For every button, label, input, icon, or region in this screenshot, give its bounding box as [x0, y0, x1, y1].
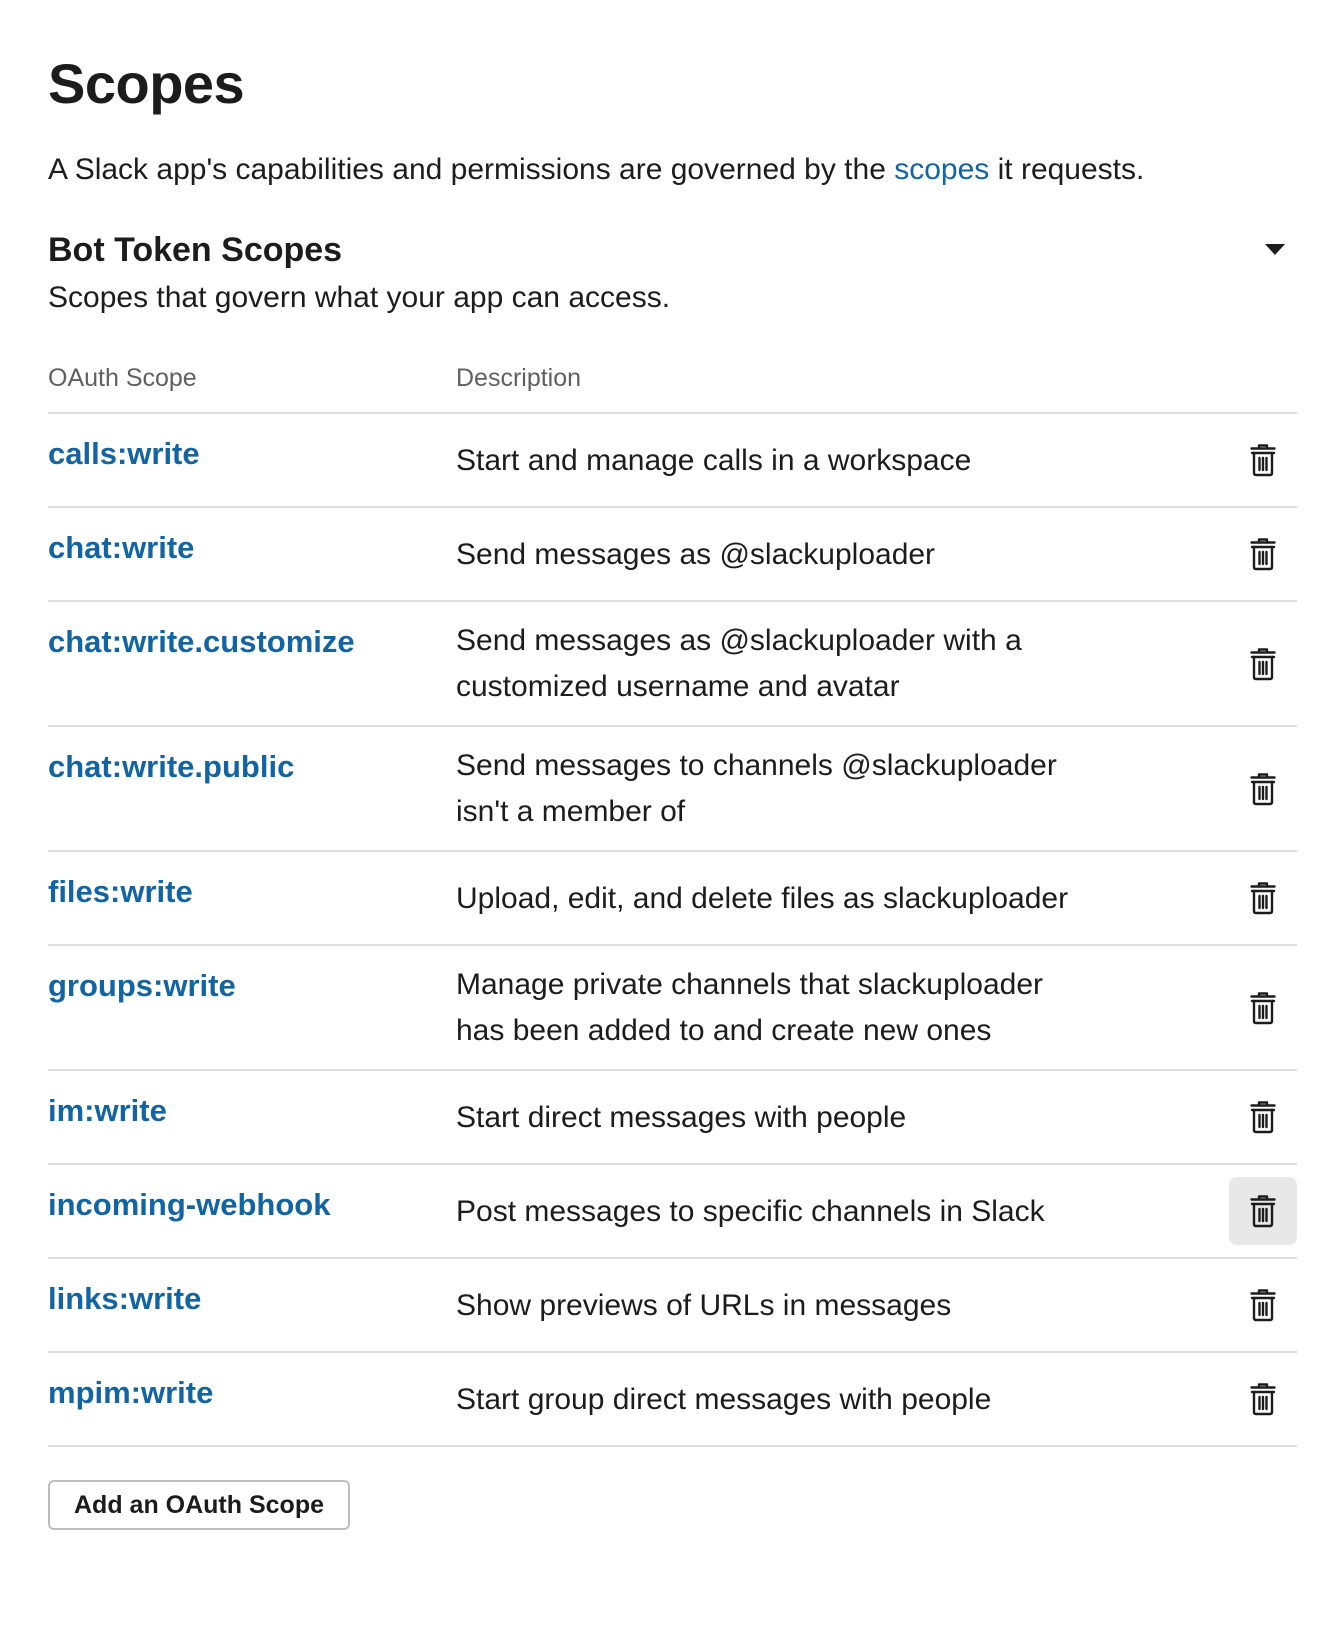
scope-name[interactable]: groups:write [48, 966, 236, 1006]
scope-description: Start group direct messages with people [456, 1383, 992, 1416]
table-row: chat:write Send messages as @slackuploade… [48, 508, 1297, 602]
section-subtitle: Scopes that govern what your app can acc… [48, 281, 671, 314]
scope-name[interactable]: mpim:write [48, 1373, 213, 1413]
scopes-link[interactable]: scopes [894, 153, 989, 186]
remove-scope-button[interactable] [1229, 755, 1297, 823]
column-header-oauth-scope: OAuth Scope [48, 364, 197, 392]
trash-icon [1250, 537, 1276, 571]
scope-description: Show previews of URLs in messages [456, 1289, 952, 1322]
caret-down-icon[interactable] [1265, 244, 1285, 255]
trash-icon [1250, 772, 1276, 806]
table-row: groups:write Manage private channels that… [48, 946, 1297, 1071]
bot-token-scopes-header: Bot Token Scopes Scopes that govern what… [48, 228, 1297, 318]
trash-icon [1250, 881, 1276, 915]
scope-description: Manage private channels that slackupload… [456, 968, 1044, 1047]
scope-name[interactable]: files:write [48, 872, 193, 912]
remove-scope-button[interactable] [1229, 974, 1297, 1042]
scope-name[interactable]: chat:write.public [48, 747, 294, 787]
scope-name[interactable]: chat:write [48, 528, 194, 568]
scope-name[interactable]: incoming-webhook [48, 1185, 330, 1225]
scope-description: Start direct messages with people [456, 1101, 907, 1134]
table-row: files:write Upload, edit, and delete file… [48, 852, 1297, 946]
column-header-description: Description [456, 364, 582, 392]
scopes-table: OAuth Scope Description calls:write Start… [48, 362, 1297, 1447]
trash-icon [1250, 1382, 1276, 1416]
scope-name[interactable]: links:write [48, 1279, 201, 1319]
table-row: incoming-webhook Post messages to specifi… [48, 1165, 1297, 1259]
scope-name[interactable]: im:write [48, 1091, 167, 1131]
add-oauth-scope-button[interactable]: Add an OAuth Scope [48, 1480, 350, 1530]
scope-description: Start and manage calls in a workspace [456, 444, 972, 477]
scope-name[interactable]: chat:write.customize [48, 622, 355, 662]
intro-text-before: A Slack app's capabilities and permissio… [48, 153, 895, 186]
scope-description: Send messages as @slackuploader [456, 538, 936, 571]
remove-scope-button[interactable] [1229, 864, 1297, 932]
intro-text: A Slack app's capabilities and permissio… [48, 150, 1144, 190]
table-row: chat:write.customize Send messages as @sl… [48, 602, 1297, 727]
table-row: mpim:write Start group direct messages wi… [48, 1353, 1297, 1447]
table-body: calls:write Start and manage calls in a w… [48, 414, 1297, 1447]
table-row: calls:write Start and manage calls in a w… [48, 414, 1297, 508]
table-row: links:write Show previews of URLs in mess… [48, 1259, 1297, 1353]
scope-description: Send messages to channels @slackuploader… [456, 749, 1057, 828]
section-title: Bot Token Scopes [48, 231, 343, 269]
trash-icon [1250, 1194, 1276, 1228]
table-row: chat:write.public Send messages to channe… [48, 727, 1297, 852]
remove-scope-button[interactable] [1229, 1177, 1297, 1245]
trash-icon [1250, 647, 1276, 681]
scope-description: Upload, edit, and delete files as slacku… [456, 882, 1069, 915]
intro-text-after: it requests. [989, 153, 1145, 186]
remove-scope-button[interactable] [1229, 1271, 1297, 1339]
trash-icon [1250, 1288, 1276, 1322]
trash-icon [1250, 991, 1276, 1025]
page-title: Scopes [48, 52, 245, 115]
table-header: OAuth Scope Description [48, 362, 1297, 414]
scope-description: Post messages to specific channels in Sl… [456, 1195, 1045, 1228]
scope-description: Send messages as @slackuploader with a c… [456, 624, 1022, 703]
remove-scope-button[interactable] [1229, 1365, 1297, 1433]
trash-icon [1250, 1100, 1276, 1134]
remove-scope-button[interactable] [1229, 1083, 1297, 1151]
scope-name[interactable]: calls:write [48, 434, 200, 474]
table-row: im:write Start direct messages with peopl… [48, 1071, 1297, 1165]
trash-icon [1250, 443, 1276, 477]
remove-scope-button[interactable] [1229, 520, 1297, 588]
remove-scope-button[interactable] [1229, 630, 1297, 698]
remove-scope-button[interactable] [1229, 426, 1297, 494]
